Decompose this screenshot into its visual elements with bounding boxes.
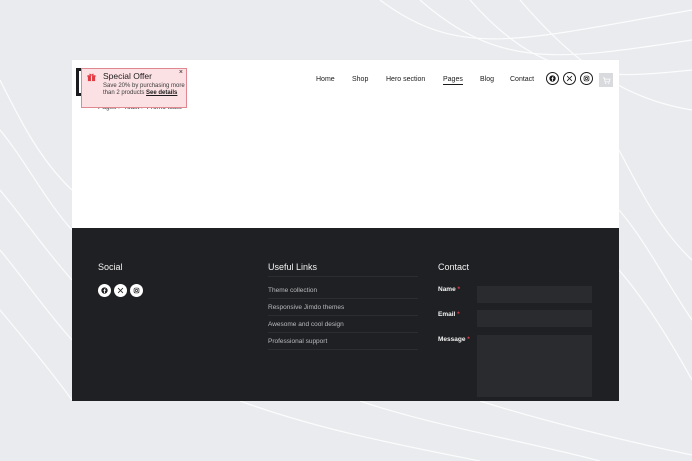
footer-contact-title: Contact — [438, 262, 470, 272]
name-label-text: Name — [438, 286, 456, 293]
footer-facebook-icon[interactable] — [98, 284, 111, 297]
close-icon[interactable]: × — [179, 69, 183, 76]
email-required-mark: * — [457, 311, 460, 318]
promo-toast: Special Offer × Save 20% by purchasing m… — [81, 68, 187, 108]
email-label-text: Email — [438, 311, 456, 318]
email-field[interactable] — [477, 310, 592, 327]
name-field[interactable] — [477, 286, 592, 303]
footer-link-cool-design[interactable]: Awesome and cool design — [268, 321, 418, 333]
footer-social-title: Social — [98, 262, 123, 272]
see-details-link[interactable]: See details — [146, 90, 177, 96]
footer-link-responsive-themes[interactable]: Responsive Jimdo themes — [268, 304, 418, 316]
website-preview: Home Shop Hero section Pages Blog Contac… — [72, 60, 619, 401]
message-required-mark: * — [467, 336, 470, 343]
nav-contact[interactable]: Contact — [510, 76, 534, 83]
links-divider — [268, 276, 418, 277]
message-field[interactable] — [477, 335, 592, 397]
nav-hero-section[interactable]: Hero section — [386, 76, 425, 83]
nav-blog[interactable]: Blog — [480, 76, 494, 83]
cart-icon[interactable] — [599, 73, 613, 87]
toast-message: Save 20% by purchasing more than 2 produ… — [103, 83, 185, 97]
message-label-text: Message — [438, 336, 466, 343]
x-icon[interactable] — [563, 72, 576, 85]
message-label: Message * — [438, 336, 470, 343]
instagram-icon[interactable] — [580, 72, 593, 85]
footer-instagram-icon[interactable] — [130, 284, 143, 297]
nav-pages[interactable]: Pages — [443, 76, 463, 85]
email-label: Email * — [438, 311, 460, 318]
nav-home[interactable]: Home — [316, 76, 335, 83]
footer-link-theme-collection[interactable]: Theme collection — [268, 287, 418, 299]
nav-shop[interactable]: Shop — [352, 76, 368, 83]
footer: Social Useful Links Theme collection Res… — [72, 228, 619, 401]
toast-title: Special Offer — [103, 71, 152, 81]
footer-x-icon[interactable] — [114, 284, 127, 297]
name-label: Name * — [438, 286, 460, 293]
footer-link-support[interactable]: Professional support — [268, 338, 418, 350]
name-required-mark: * — [457, 286, 461, 293]
gift-icon — [87, 73, 96, 82]
footer-links-title: Useful Links — [268, 262, 318, 272]
facebook-icon[interactable] — [546, 72, 559, 85]
